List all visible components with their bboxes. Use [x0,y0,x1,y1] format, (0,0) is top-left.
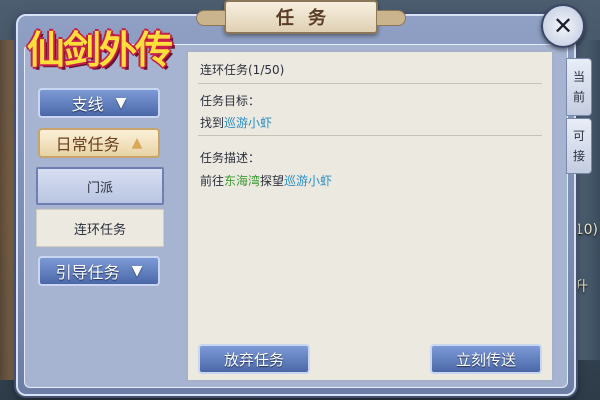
sidebar-item-daily[interactable]: 日常任务 ▲ [38,128,160,158]
sidebar-item-guide[interactable]: 引导任务 ▼ [38,256,160,286]
quest-desc-text: 前往东海湾探望巡游小虾 [200,172,332,189]
background-peek-text: 升 [574,279,588,295]
tab-current-char: 前 [572,90,585,104]
close-icon: ✕ [552,12,574,40]
sidebar-subitem-label: 连环任务 [73,222,126,238]
tab-available-char: 接 [572,149,585,163]
sidebar-subitem-sect[interactable]: 门派 [36,167,164,205]
banner-wing-left [196,10,226,26]
window-title-banner: 任务 [196,0,406,34]
sidebar-item-label: 日常任务 [55,135,120,154]
divider [198,135,542,136]
tab-available[interactable]: 可 接 [566,118,592,174]
quest-desc-prefix: 前往 [200,174,225,188]
quest-place-link[interactable]: 东海湾 [224,174,260,188]
quest-goal-text: 找到巡游小虾 [200,114,272,131]
quest-goal-label: 任务目标： [200,94,261,108]
quest-goal-npc-link[interactable]: 巡游小虾 [224,116,272,130]
close-button[interactable]: ✕ [541,4,585,48]
tab-available-char: 可 [572,129,585,143]
tab-current-char: 当 [572,70,585,84]
abandon-quest-button[interactable]: 放弃任务 [198,344,310,374]
chevron-down-icon: ▼ [131,263,143,279]
tab-current[interactable]: 当 前 [566,58,592,116]
sidebar-item-label: 引导任务 [55,263,120,282]
sidebar-item-branch[interactable]: 支线 ▼ [38,88,160,118]
chevron-up-icon: ▲ [131,135,143,151]
chevron-down-icon: ▼ [115,95,127,111]
sidebar-subitem-chain-quest[interactable]: 连环任务 [36,209,164,247]
quest-desc-mid: 探望 [260,174,285,188]
quest-header: 连环任务(1/50) [200,63,285,77]
quest-desc-label: 任务描述： [200,151,261,165]
quest-goal-prefix: 找到 [200,116,225,130]
sidebar-item-label: 支线 [71,95,104,114]
abandon-quest-label: 放弃任务 [223,350,284,369]
sidebar-subitem-label: 门派 [86,180,113,196]
teleport-button[interactable]: 立刻传送 [430,344,542,374]
banner-wing-right [376,10,406,26]
quest-detail-panel: 连环任务(1/50) 任务目标： 找到巡游小虾 任务描述： 前往东海湾探望巡游小… [186,50,554,382]
game-logo-text: 仙剑外传 [26,27,173,72]
window-title: 任务 [276,8,340,29]
teleport-label: 立刻传送 [455,350,516,369]
divider [198,83,542,84]
quest-desc-npc-link[interactable]: 巡游小虾 [284,174,332,188]
game-logo: 仙剑外传 [20,14,178,78]
